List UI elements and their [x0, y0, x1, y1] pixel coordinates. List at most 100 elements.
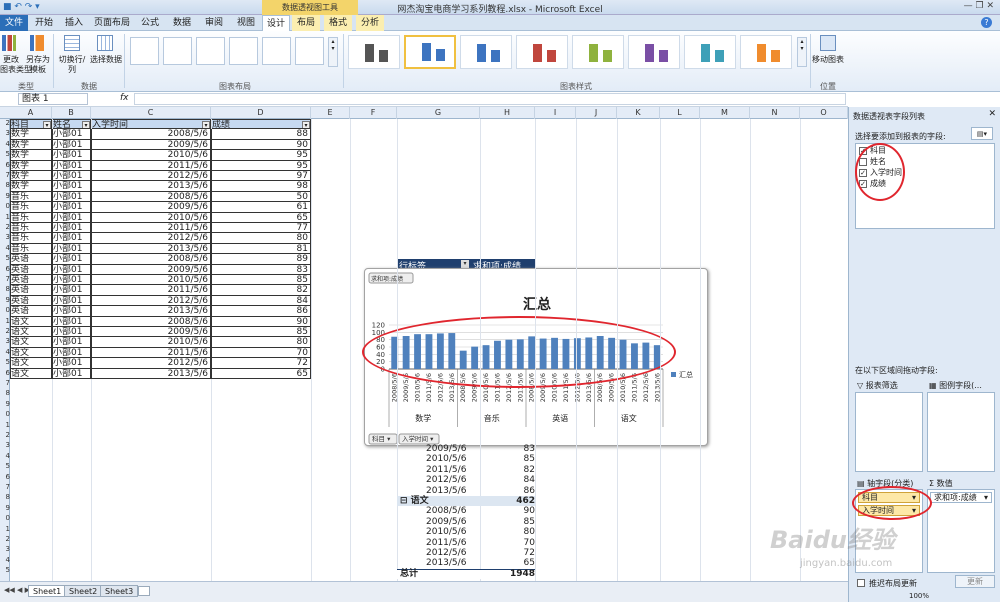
tab-insert[interactable]: 插入 [60, 15, 88, 31]
pivot-row-label[interactable]: 总计 [400, 569, 418, 579]
table-cell[interactable]: 小部01 [52, 191, 91, 203]
filter-dropdown-icon[interactable]: ▾ [43, 121, 51, 129]
pivot-row-value[interactable]: 70 [480, 538, 535, 548]
filter-dropdown-icon[interactable]: ▾ [302, 121, 310, 129]
column-header-J[interactable]: J [576, 107, 617, 119]
table-cell[interactable]: 小部01 [52, 306, 91, 317]
table-cell[interactable]: 2010/5/6 [91, 212, 211, 223]
row-header[interactable]: 8 [0, 493, 10, 501]
row-header[interactable]: 3 [0, 233, 10, 241]
table-cell[interactable]: 65 [211, 368, 311, 379]
column-header-O[interactable]: O [800, 107, 848, 119]
move-chart-button[interactable]: 移动图表 [810, 55, 846, 65]
table-cell[interactable]: 小部01 [52, 316, 91, 327]
styles-scroll[interactable]: ▴ ▾ [797, 37, 807, 67]
table-cell[interactable]: 97 [211, 171, 311, 182]
dropdown-icon[interactable]: ▾ [984, 493, 988, 503]
table-cell[interactable]: 2009/5/6 [91, 327, 211, 338]
table-cell[interactable]: 95 [211, 150, 311, 161]
column-header-E[interactable]: E [311, 107, 350, 119]
tab-layout[interactable]: 布局 [292, 15, 320, 31]
table-cell[interactable]: 小部01 [52, 129, 91, 140]
row-header[interactable]: 2 [0, 119, 10, 127]
tab-page-layout[interactable]: 页面布局 [92, 15, 132, 31]
table-header-score[interactable]: 成绩 ▾ [211, 119, 311, 130]
table-cell[interactable]: 音乐 [10, 243, 52, 255]
table-cell[interactable]: 89 [211, 254, 311, 265]
pivot-row-label[interactable]: 2013/5/6 [426, 486, 466, 496]
column-header-C[interactable]: C [91, 107, 211, 119]
row-header[interactable]: 4 [0, 348, 10, 356]
table-cell[interactable]: 音乐 [10, 233, 52, 244]
table-cell[interactable]: 音乐 [10, 212, 52, 223]
row-header[interactable]: 4 [0, 244, 10, 252]
insert-sheet-icon[interactable] [138, 586, 150, 596]
worksheet-grid[interactable]: ABCDEFGHIJKLMNO 234567890123456789012345… [0, 107, 848, 581]
table-cell[interactable]: 2009/5/6 [91, 139, 211, 151]
row-header[interactable]: 5 [0, 150, 10, 158]
row-header[interactable]: 6 [0, 265, 10, 273]
table-cell[interactable]: 70 [211, 347, 311, 359]
pivot-row-label[interactable]: 2010/5/6 [426, 527, 466, 537]
change-chart-type-button[interactable]: 更改 图表类型 [0, 55, 32, 75]
table-header-date[interactable]: 入学时间 ▾ [91, 119, 211, 130]
table-cell[interactable]: 72 [211, 358, 311, 369]
table-cell[interactable]: 数学 [10, 181, 52, 192]
table-cell[interactable]: 小部01 [52, 337, 91, 348]
row-header[interactable]: 1 [0, 213, 10, 221]
chart-style-7[interactable] [684, 35, 736, 69]
table-cell[interactable]: 2011/5/6 [91, 223, 211, 234]
row-header[interactable]: 7 [0, 379, 10, 387]
panel-close-icon[interactable]: ✕ [988, 109, 996, 119]
table-cell[interactable]: 语文 [10, 327, 52, 338]
table-cell[interactable]: 小部01 [52, 202, 91, 213]
pivot-row-value[interactable]: 82 [480, 465, 535, 475]
table-cell[interactable]: 2008/5/6 [91, 316, 211, 327]
tab-review[interactable]: 审阅 [200, 15, 228, 31]
table-cell[interactable]: 小部01 [52, 358, 91, 369]
chart-style-3[interactable] [460, 35, 512, 69]
chart-style-1[interactable] [348, 35, 400, 69]
pivot-row-label[interactable]: 2012/5/6 [426, 475, 466, 485]
update-button[interactable]: 更新 [955, 575, 995, 588]
row-header[interactable]: 1 [0, 421, 10, 429]
row-header[interactable]: 3 [0, 545, 10, 553]
table-cell[interactable]: 86 [211, 306, 311, 317]
select-data-button[interactable]: 选择数据 [90, 55, 122, 65]
table-cell[interactable]: 英语 [10, 254, 52, 265]
table-cell[interactable]: 2010/5/6 [91, 337, 211, 348]
table-cell[interactable]: 语文 [10, 337, 52, 348]
table-cell[interactable]: 2012/5/6 [91, 358, 211, 369]
table-cell[interactable]: 2012/5/6 [91, 171, 211, 182]
column-header-G[interactable]: G [397, 107, 480, 119]
pivot-row-value[interactable]: 83 [480, 444, 535, 454]
table-cell[interactable]: 88 [211, 129, 311, 140]
row-header[interactable]: 7 [0, 483, 10, 491]
table-cell[interactable]: 语文 [10, 347, 52, 359]
chart-style-4[interactable] [516, 35, 568, 69]
table-cell[interactable]: 85 [211, 327, 311, 338]
table-cell[interactable]: 小部01 [52, 181, 91, 192]
row-header[interactable]: 4 [0, 452, 10, 460]
table-cell[interactable]: 英语 [10, 295, 52, 307]
table-cell[interactable]: 2008/5/6 [91, 129, 211, 140]
row-header[interactable]: 3 [0, 129, 10, 137]
filter-dropdown-icon[interactable]: ▾ [202, 121, 210, 129]
switch-row-column-button[interactable]: 切换行/列 [55, 55, 89, 75]
table-cell[interactable]: 83 [211, 264, 311, 275]
row-header[interactable]: 7 [0, 171, 10, 179]
table-cell[interactable]: 英语 [10, 264, 52, 275]
pivot-row-value[interactable]: 72 [480, 548, 535, 558]
table-cell[interactable]: 数学 [10, 160, 52, 171]
table-cell[interactable]: 小部01 [52, 327, 91, 338]
table-cell[interactable]: 2010/5/6 [91, 275, 211, 286]
table-cell[interactable]: 小部01 [52, 150, 91, 161]
tab-view[interactable]: 视图 [232, 15, 260, 31]
row-header[interactable]: 9 [0, 192, 10, 200]
table-cell[interactable]: 2011/5/6 [91, 160, 211, 171]
pivot-row-label[interactable]: 2011/5/6 [426, 465, 466, 475]
table-cell[interactable]: 语文 [10, 358, 52, 369]
table-cell[interactable]: 2008/5/6 [91, 254, 211, 265]
tab-design[interactable]: 设计 [262, 15, 290, 31]
pivot-row-value[interactable]: 85 [480, 454, 535, 464]
